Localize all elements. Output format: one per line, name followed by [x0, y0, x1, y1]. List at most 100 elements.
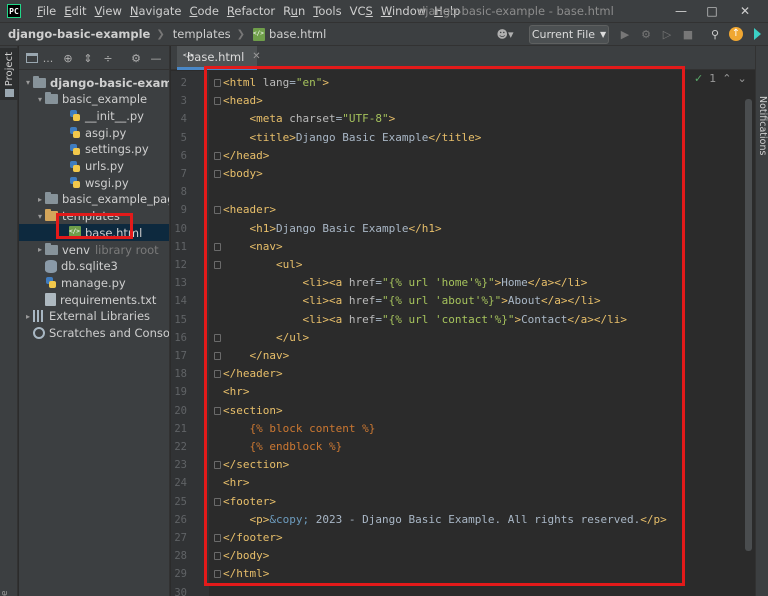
- code-area[interactable]: <html lang="en"> <head> <meta charset="UT…: [223, 71, 753, 596]
- project-view-label[interactable]: ...: [41, 51, 55, 65]
- code-line[interactable]: <html lang="en">: [223, 74, 329, 92]
- tree-item[interactable]: Scratches and Consoles: [19, 325, 169, 342]
- fold-marker-icon[interactable]: [214, 97, 221, 106]
- code-line[interactable]: </html>: [223, 565, 269, 583]
- expand-arrow-icon[interactable]: ▸: [35, 195, 45, 204]
- menu-item[interactable]: View: [91, 0, 126, 22]
- update-icon[interactable]: ↑: [728, 26, 744, 42]
- tree-item[interactable]: ▾ templates: [19, 208, 120, 225]
- fold-marker-icon[interactable]: [214, 552, 221, 561]
- fold-marker-icon[interactable]: [214, 406, 221, 415]
- tree-item[interactable]: ▾django-basic-exampleD:: [19, 74, 169, 91]
- code-line[interactable]: <li><a href="{% url 'about'%}">About</a>…: [223, 292, 600, 310]
- menu-item[interactable]: Refactor: [223, 0, 279, 22]
- fold-marker-icon[interactable]: [214, 206, 221, 215]
- code-line[interactable]: <head>: [223, 92, 263, 110]
- run-icon[interactable]: ▶: [617, 26, 633, 42]
- code-line[interactable]: </header>: [223, 365, 283, 383]
- hide-panel-icon[interactable]: —: [149, 51, 163, 65]
- code-line[interactable]: {% block content %}: [223, 420, 375, 438]
- notifications-tab[interactable]: Notifications: [757, 96, 768, 155]
- collapse-all-icon[interactable]: ÷: [101, 51, 115, 65]
- code-line[interactable]: <title>Django Basic Example</title>: [223, 129, 482, 147]
- plugin-logo-icon[interactable]: [749, 26, 765, 42]
- code-line[interactable]: <p>&copy; 2023 - Django Basic Example. A…: [223, 511, 667, 529]
- expand-arrow-icon[interactable]: ▾: [35, 95, 45, 104]
- tree-item[interactable]: manage.py: [19, 274, 126, 291]
- tab-close-icon[interactable]: ✕: [252, 51, 260, 62]
- fold-marker-icon[interactable]: [214, 461, 221, 470]
- menu-item[interactable]: Tools: [309, 0, 345, 22]
- code-line[interactable]: <section>: [223, 402, 283, 420]
- project-tool-tab[interactable]: Project: [0, 48, 18, 100]
- code-line[interactable]: <li><a href="{% url 'home'%}">Home</a></…: [223, 274, 587, 292]
- project-view-icon[interactable]: [25, 51, 39, 65]
- menu-item[interactable]: Code: [185, 0, 222, 22]
- code-line[interactable]: </nav>: [223, 347, 290, 365]
- inspection-widget[interactable]: ✓ 1 ⌃ ⌄: [694, 72, 747, 85]
- previous-highlight-icon[interactable]: ⌃: [722, 72, 731, 85]
- code-editor[interactable]: 2 3 4 5 6 7 8 9 10 11 12 13 14 15 16 17 18 19 20 21 22 23 24 25…: [171, 71, 755, 596]
- breadcrumb-project[interactable]: django-basic-example ❯: [0, 27, 165, 41]
- code-line[interactable]: </footer>: [223, 529, 283, 547]
- breadcrumb-file[interactable]: base.html: [245, 27, 326, 41]
- fold-marker-icon[interactable]: [214, 352, 221, 360]
- tree-item[interactable]: ▸ basic_example_pages: [19, 191, 169, 208]
- tree-item[interactable]: asgi.py: [19, 124, 126, 141]
- tree-item[interactable]: db.sqlite3: [19, 258, 118, 275]
- tree-item[interactable]: urls.py: [19, 158, 124, 175]
- coverage-icon[interactable]: ▷: [659, 26, 675, 42]
- tree-item[interactable]: ▸ External Libraries: [19, 308, 150, 325]
- code-line[interactable]: <ul>: [223, 256, 303, 274]
- code-line[interactable]: <nav>: [223, 238, 283, 256]
- menu-item[interactable]: Run: [279, 0, 309, 22]
- menu-item[interactable]: Navigate: [126, 0, 186, 22]
- tree-item[interactable]: ▸ venv library root: [19, 241, 159, 258]
- expand-all-icon[interactable]: ⇕: [81, 51, 95, 65]
- code-line[interactable]: <meta charset="UTF-8">: [223, 110, 396, 128]
- search-icon[interactable]: ⚲: [707, 26, 723, 42]
- expand-arrow-icon[interactable]: ▸: [35, 245, 45, 254]
- tree-item[interactable]: base.html: [19, 224, 169, 242]
- code-line[interactable]: </head>: [223, 147, 269, 165]
- code-line[interactable]: {% endblock %}: [223, 438, 342, 456]
- tree-item[interactable]: wsgi.py: [19, 174, 129, 191]
- vertical-scrollbar[interactable]: [745, 99, 752, 551]
- menu-item[interactable]: Edit: [60, 0, 90, 22]
- code-line[interactable]: </section>: [223, 456, 289, 474]
- menu-item[interactable]: VCS: [346, 0, 377, 22]
- fold-marker-icon[interactable]: [214, 170, 221, 178]
- locate-file-icon[interactable]: ⊕: [61, 51, 75, 65]
- fold-marker-icon[interactable]: [214, 333, 221, 342]
- code-line[interactable]: </body>: [223, 547, 269, 565]
- run-configuration-select[interactable]: Current File ▼: [529, 25, 609, 44]
- fold-marker-icon[interactable]: [214, 261, 221, 269]
- code-line[interactable]: <body>: [223, 165, 263, 183]
- code-line[interactable]: <hr>: [223, 474, 250, 492]
- fold-marker-icon[interactable]: [214, 570, 221, 579]
- code-line[interactable]: </ul>: [223, 329, 309, 347]
- code-line[interactable]: <hr>: [223, 383, 250, 401]
- fold-marker-icon[interactable]: [214, 497, 221, 506]
- fold-marker-icon[interactable]: [214, 370, 221, 379]
- code-line[interactable]: <header>: [223, 201, 276, 219]
- tree-item[interactable]: __init__.py: [19, 107, 144, 124]
- fold-marker-icon[interactable]: [214, 242, 221, 251]
- next-highlight-icon[interactable]: ⌄: [737, 72, 746, 85]
- expand-arrow-icon[interactable]: ▾: [23, 78, 33, 87]
- expand-arrow-icon[interactable]: ▾: [35, 212, 45, 221]
- expand-arrow-icon[interactable]: ▸: [23, 312, 33, 321]
- code-line[interactable]: <li><a href="{% url 'contact'%}">Contact…: [223, 311, 627, 329]
- fold-marker-icon[interactable]: [214, 79, 221, 87]
- tab-base-html[interactable]: base.html ✕: [177, 46, 261, 70]
- menu-item[interactable]: File: [33, 0, 60, 22]
- code-line[interactable]: <h1>Django Basic Example</h1>: [223, 220, 442, 238]
- fold-marker-icon[interactable]: [214, 151, 221, 160]
- tree-item[interactable]: settings.py: [19, 141, 149, 158]
- fold-marker-icon[interactable]: [214, 534, 221, 542]
- debug-icon[interactable]: ⚙: [638, 26, 654, 42]
- code-line[interactable]: <footer>: [223, 493, 276, 511]
- close-icon[interactable]: ✕: [722, 0, 768, 22]
- tree-item[interactable]: ▾ basic_example: [19, 91, 147, 108]
- settings-icon[interactable]: ⚙: [129, 51, 143, 65]
